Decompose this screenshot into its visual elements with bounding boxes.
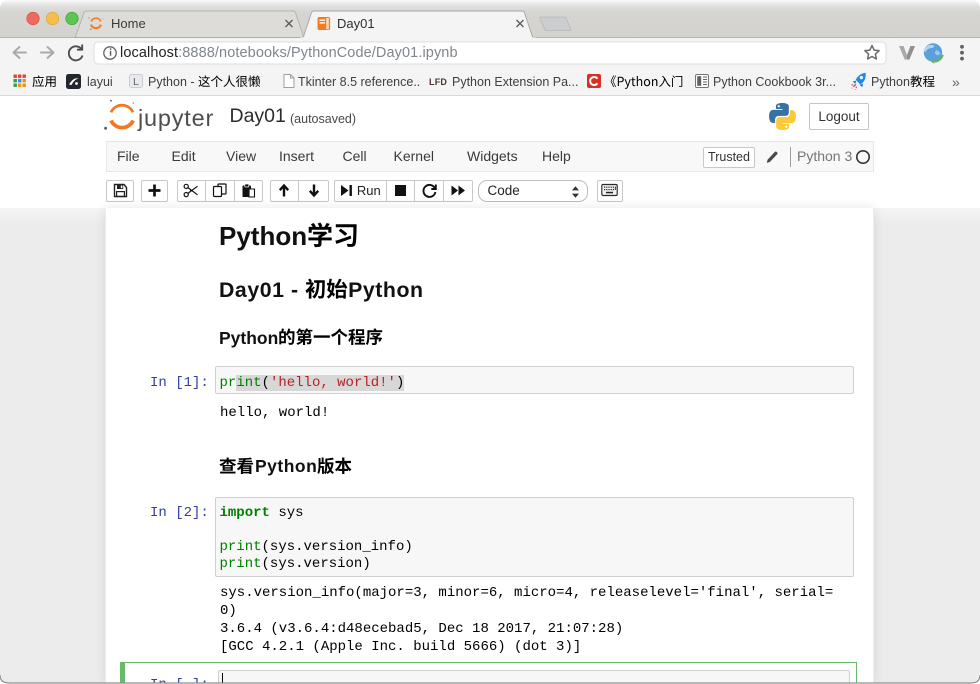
svg-text:Home: Home (111, 16, 146, 31)
svg-text:Day01: Day01 (337, 16, 375, 31)
svg-text:L: L (133, 76, 139, 88)
